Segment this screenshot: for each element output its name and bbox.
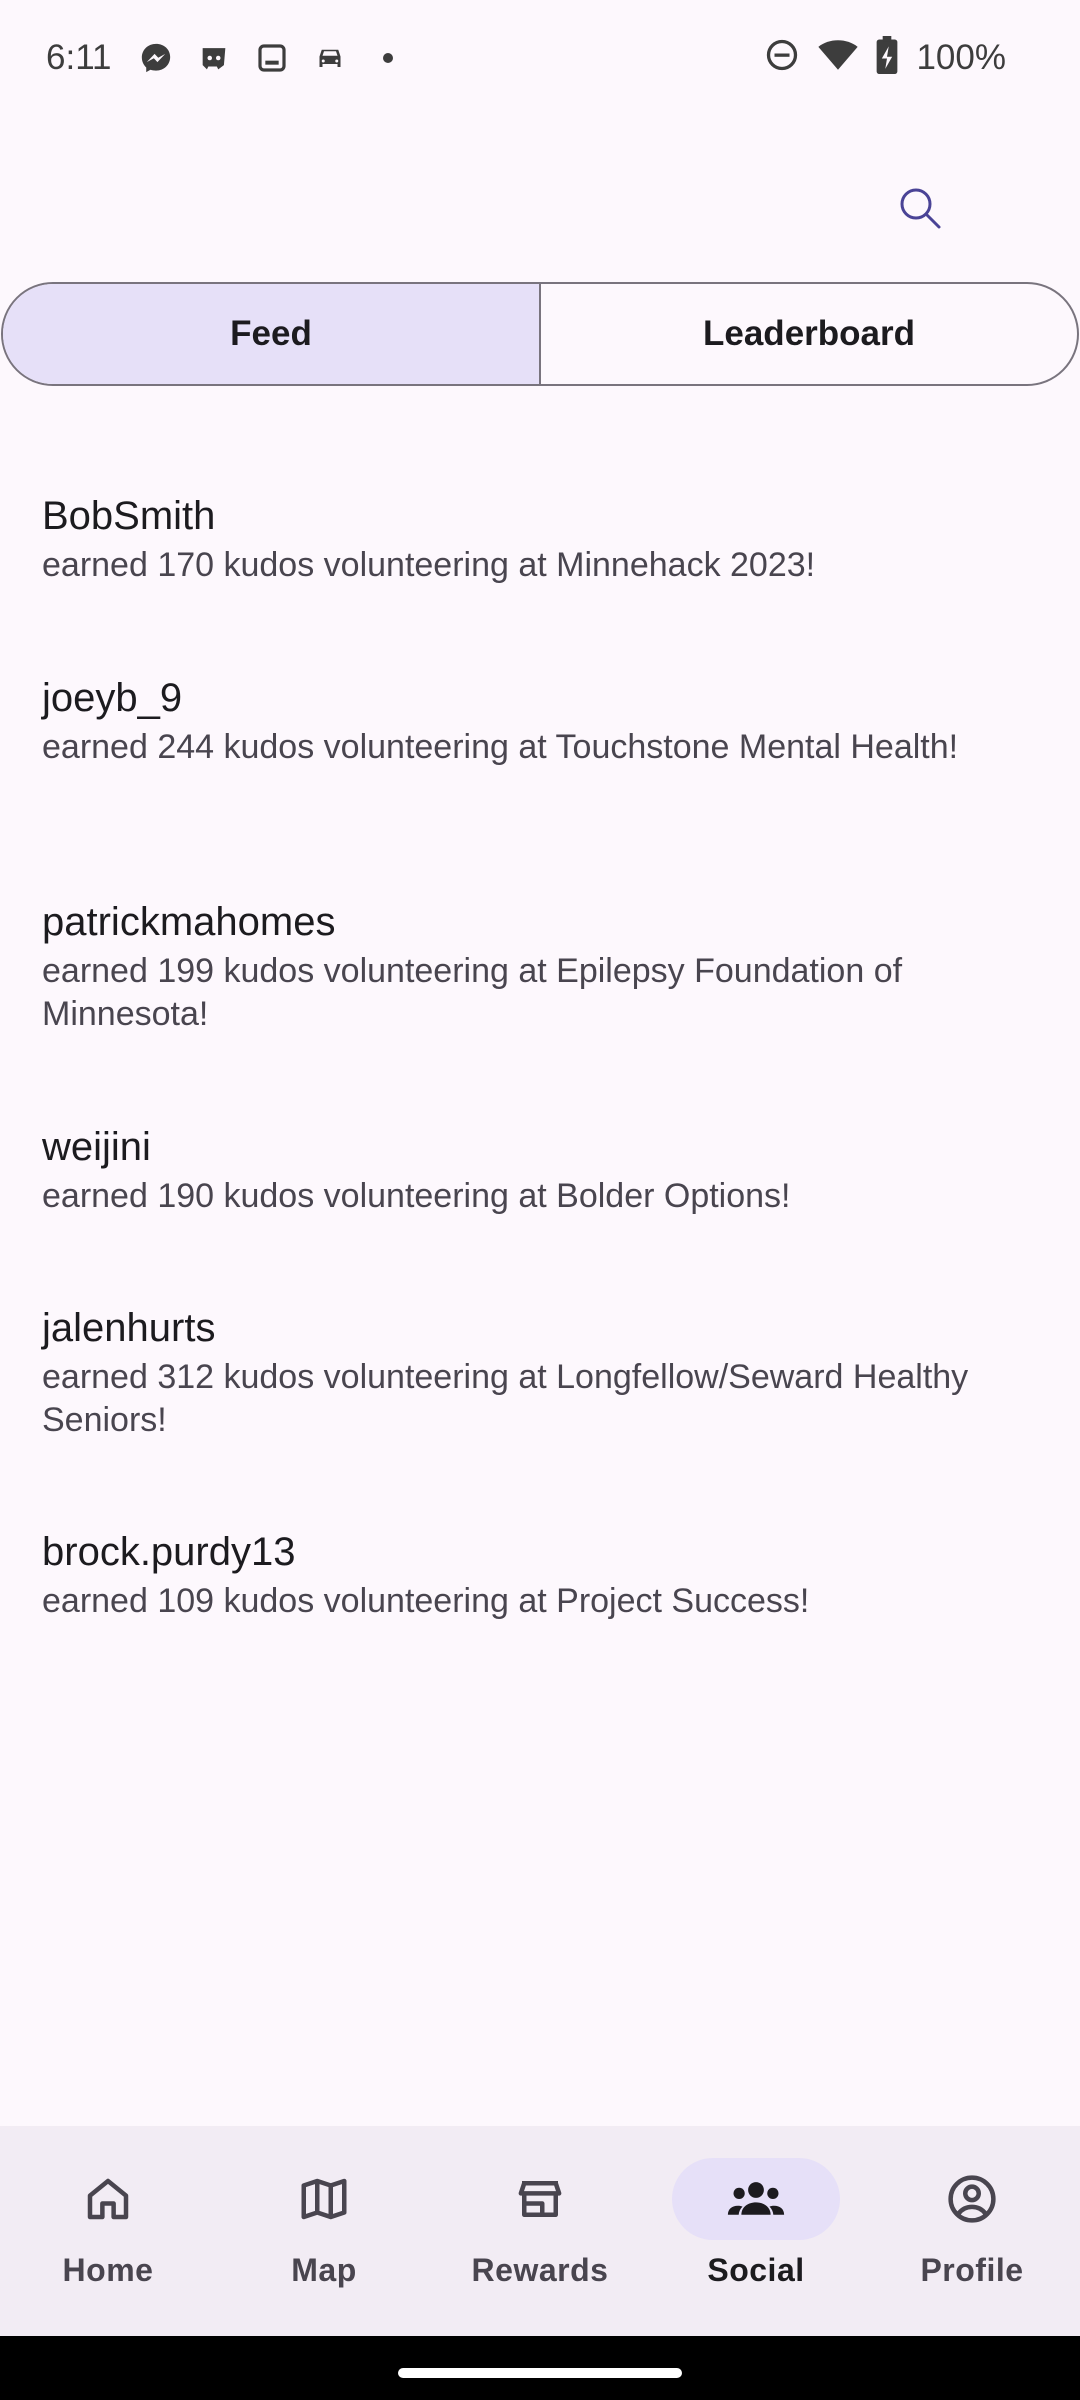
feed-item[interactable]: weijini earned 190 kudos volunteering at… xyxy=(42,1121,1042,1302)
tab-leaderboard[interactable]: Leaderboard xyxy=(539,284,1077,384)
system-status: 100% xyxy=(764,36,1006,79)
feed-activity-text: earned 190 kudos volunteering at Bolder … xyxy=(42,1177,791,1215)
tablet-icon xyxy=(254,40,290,76)
search-icon xyxy=(900,188,941,229)
gesture-handle[interactable] xyxy=(398,2368,682,2378)
activity-feed: BobSmith earned 170 kudos volunteering a… xyxy=(42,490,1042,1636)
bottom-navigation: Home Map Rewards Social Profile xyxy=(0,2126,1080,2336)
feed-username: jalenhurts xyxy=(42,1306,216,1350)
feed-leaderboard-toggle: Feed Leaderboard xyxy=(1,282,1079,386)
account-icon xyxy=(948,2175,996,2223)
dot-icon xyxy=(370,40,406,76)
feed-activity-text: earned 109 kudos volunteering at Project… xyxy=(42,1582,810,1620)
car-icon xyxy=(312,40,348,76)
wifi-icon xyxy=(818,37,859,78)
feed-item[interactable]: BobSmith earned 170 kudos volunteering a… xyxy=(42,490,1042,672)
nav-rewards[interactable]: Rewards xyxy=(432,2126,648,2336)
nav-social[interactable]: Social xyxy=(648,2126,864,2336)
nav-label: Social xyxy=(707,2252,805,2288)
nav-label: Profile xyxy=(920,2252,1024,2288)
notification-icons xyxy=(138,40,406,76)
feed-activity-text: earned 199 kudos volunteering at Epileps… xyxy=(42,952,903,1033)
map-icon xyxy=(301,2178,347,2220)
feed-item[interactable]: jalenhurts earned 312 kudos volunteering… xyxy=(42,1302,1042,1526)
nav-label: Home xyxy=(62,2252,154,2288)
feed-username: weijini xyxy=(42,1125,151,1169)
feed-username: brock.purdy13 xyxy=(42,1530,296,1574)
feed-item[interactable]: joeyb_9 earned 244 kudos volunteering at… xyxy=(42,672,1042,896)
feed-activity-text: earned 170 kudos volunteering at Minneha… xyxy=(42,546,816,584)
status-time: 6:11 xyxy=(46,38,112,77)
feed-activity-text: earned 312 kudos volunteering at Longfel… xyxy=(42,1358,969,1439)
feed-item[interactable]: brock.purdy13 earned 109 kudos volunteer… xyxy=(42,1526,1042,1636)
store-icon xyxy=(518,2181,562,2217)
search-button[interactable] xyxy=(890,178,950,238)
tab-feed[interactable]: Feed xyxy=(3,284,539,384)
feed-item[interactable]: patrickmahomes earned 199 kudos voluntee… xyxy=(42,896,1042,1121)
screen: 6:11 100% Feed Leaderboard BobSmith earn… xyxy=(0,0,1080,2400)
nav-indicator xyxy=(672,2158,840,2240)
nav-indicator xyxy=(456,2158,624,2240)
home-icon xyxy=(87,2178,129,2220)
nav-map[interactable]: Map xyxy=(216,2126,432,2336)
nav-profile[interactable]: Profile xyxy=(864,2126,1080,2336)
nav-label: Rewards xyxy=(471,2252,609,2288)
nav-home[interactable]: Home xyxy=(0,2126,216,2336)
feed-username: patrickmahomes xyxy=(42,900,336,944)
dnd-icon xyxy=(764,37,800,78)
nav-indicator xyxy=(240,2158,408,2240)
nav-indicator xyxy=(888,2158,1056,2240)
battery-icon xyxy=(876,36,898,79)
nav-label: Map xyxy=(291,2252,357,2288)
status-bar: 6:11 100% xyxy=(0,0,1080,120)
battery-percentage: 100% xyxy=(916,37,1006,77)
feed-activity-text: earned 244 kudos volunteering at Touchst… xyxy=(42,728,959,766)
feed-username: joeyb_9 xyxy=(42,676,183,720)
group-icon xyxy=(727,2182,785,2215)
nav-indicator xyxy=(24,2158,192,2240)
feed-username: BobSmith xyxy=(42,494,216,538)
discord-icon xyxy=(196,40,232,76)
messenger-icon xyxy=(138,40,174,76)
